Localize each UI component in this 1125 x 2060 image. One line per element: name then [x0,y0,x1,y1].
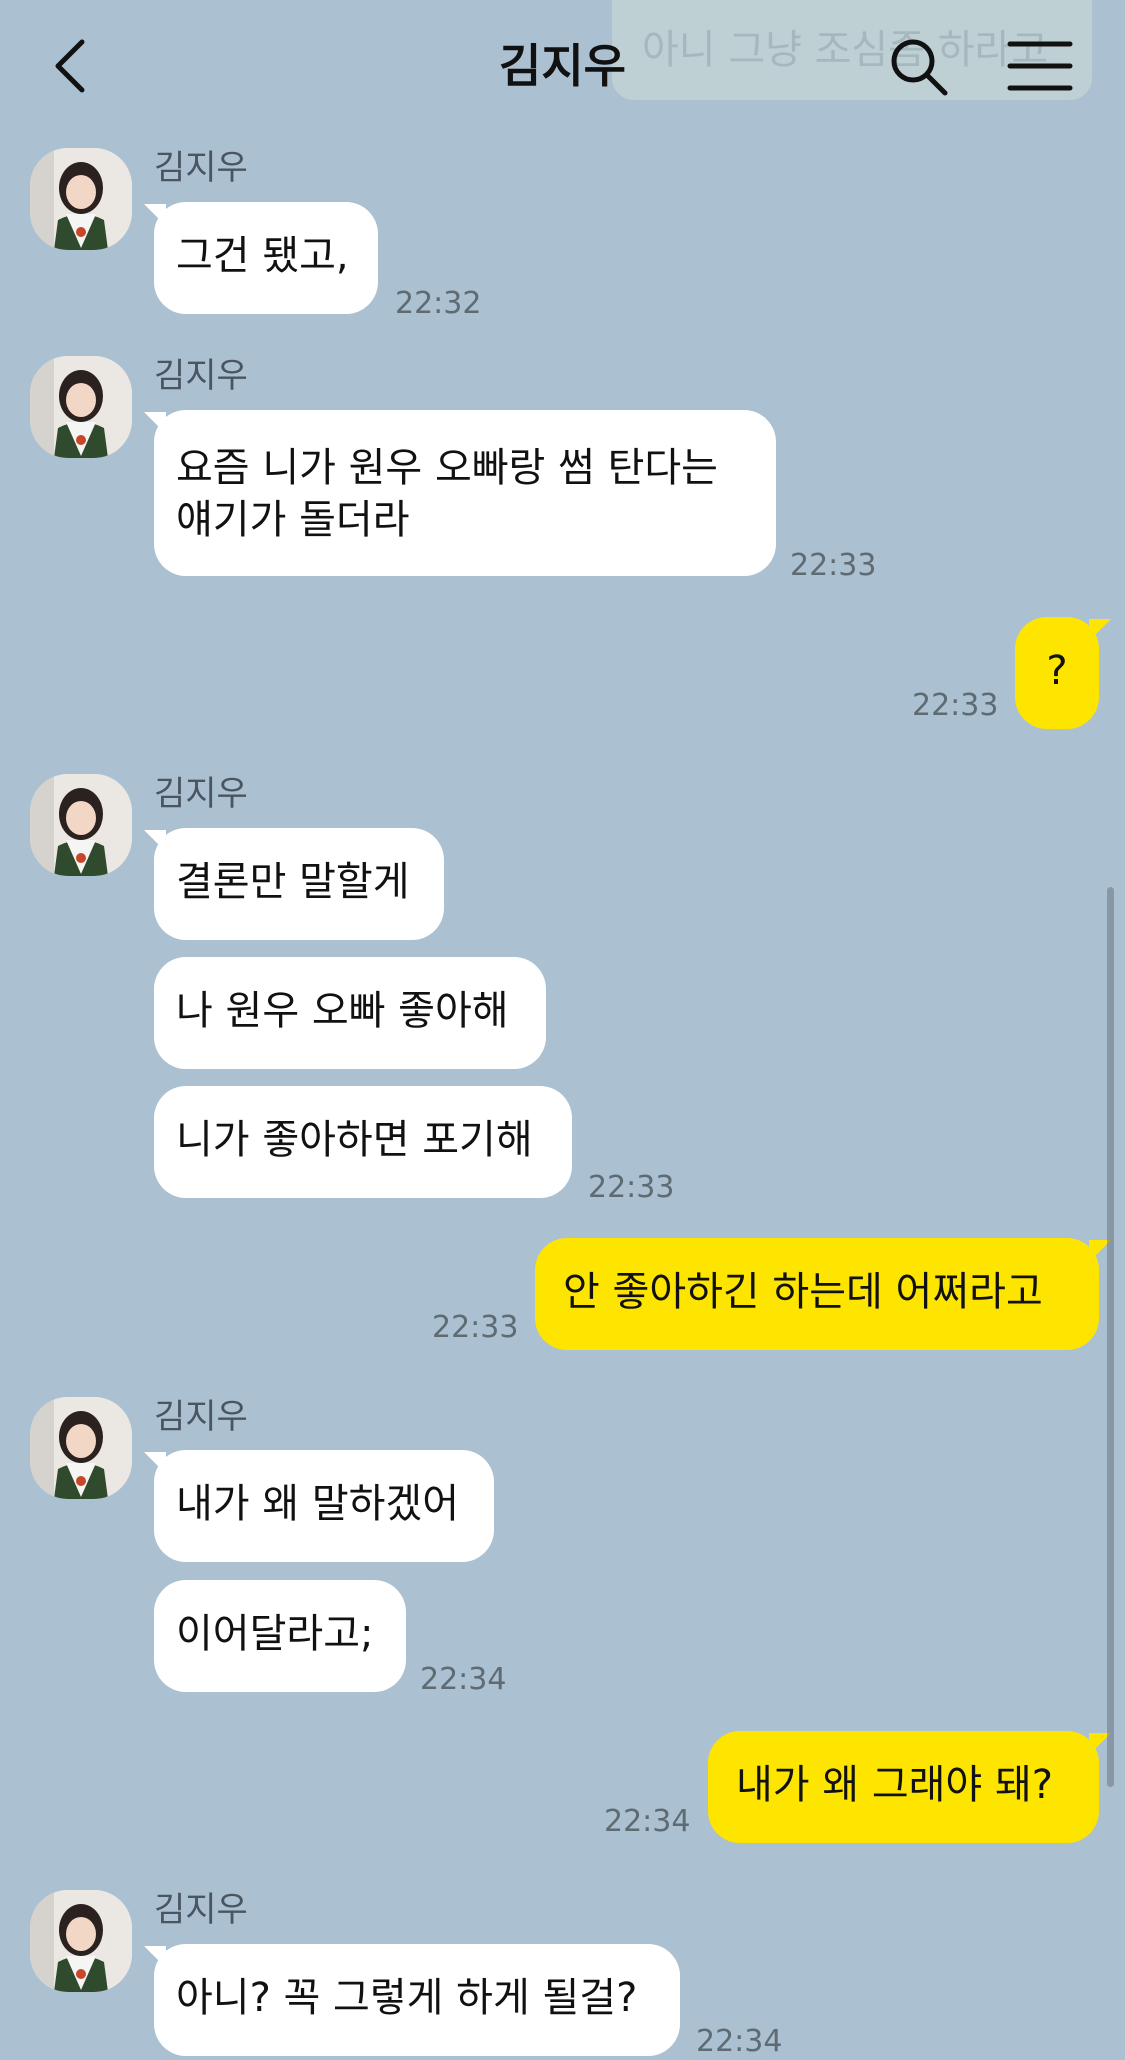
profile-photo-icon [30,148,132,250]
sender-avatar[interactable] [30,356,132,458]
message-time: 22:32 [395,286,482,321]
message-bubble-incoming[interactable]: 그건 됐고, [154,202,378,314]
profile-photo-icon [30,1890,132,1992]
message-bubble-incoming[interactable]: 요즘 니가 원우 오빠랑 썸 탄다는 얘기가 돌더라 [154,410,776,576]
bubble-tail [1089,619,1111,641]
sender-name: 김지우 [154,1397,248,1437]
message-time: 22:33 [588,1170,675,1205]
sender-name: 김지우 [154,774,248,814]
message-time: 22:34 [420,1662,507,1697]
message-bubble-incoming[interactable]: 니가 좋아하면 포기해 [154,1086,572,1198]
sender-avatar[interactable] [30,148,132,250]
scrollbar[interactable] [1107,887,1114,1787]
sender-name: 김지우 [154,148,248,188]
message-time: 22:33 [790,548,877,583]
sender-avatar[interactable] [30,1890,132,1992]
message-time: 22:34 [696,2024,783,2059]
message-bubble-incoming[interactable]: 나 원우 오빠 좋아해 [154,957,546,1069]
message-bubble-outgoing[interactable]: ? [1015,617,1099,729]
sender-avatar[interactable] [30,774,132,876]
sender-name: 김지우 [154,1890,248,1930]
chat-header: 아니 그냥 조심좀 하라고 김지우 [0,0,1125,132]
hamburger-menu-icon [1007,41,1073,91]
message-bubble-incoming[interactable]: 이어달라고; [154,1580,406,1692]
message-bubble-outgoing[interactable]: 내가 왜 그래야 돼? [708,1731,1099,1843]
message-bubble-incoming[interactable]: 내가 왜 말하겠어 [154,1450,494,1562]
search-icon [891,39,948,96]
sender-avatar[interactable] [30,1397,132,1499]
message-time: 22:34 [604,1804,691,1839]
message-bubble-incoming[interactable]: 결론만 말할게 [154,828,444,940]
profile-photo-icon [30,1397,132,1499]
message-time: 22:33 [912,688,999,723]
profile-photo-icon [30,774,132,876]
menu-button[interactable] [1006,38,1074,94]
profile-photo-icon [30,356,132,458]
chat-title: 김지우 [499,39,626,93]
message-bubble-incoming[interactable]: 아니? 꼭 그렇게 하게 될걸? [154,1944,680,2056]
sender-name: 김지우 [154,356,248,396]
search-button[interactable] [886,34,952,100]
message-time: 22:33 [432,1310,519,1345]
message-bubble-outgoing[interactable]: 안 좋아하긴 하는데 어쩌라고 [535,1238,1099,1350]
